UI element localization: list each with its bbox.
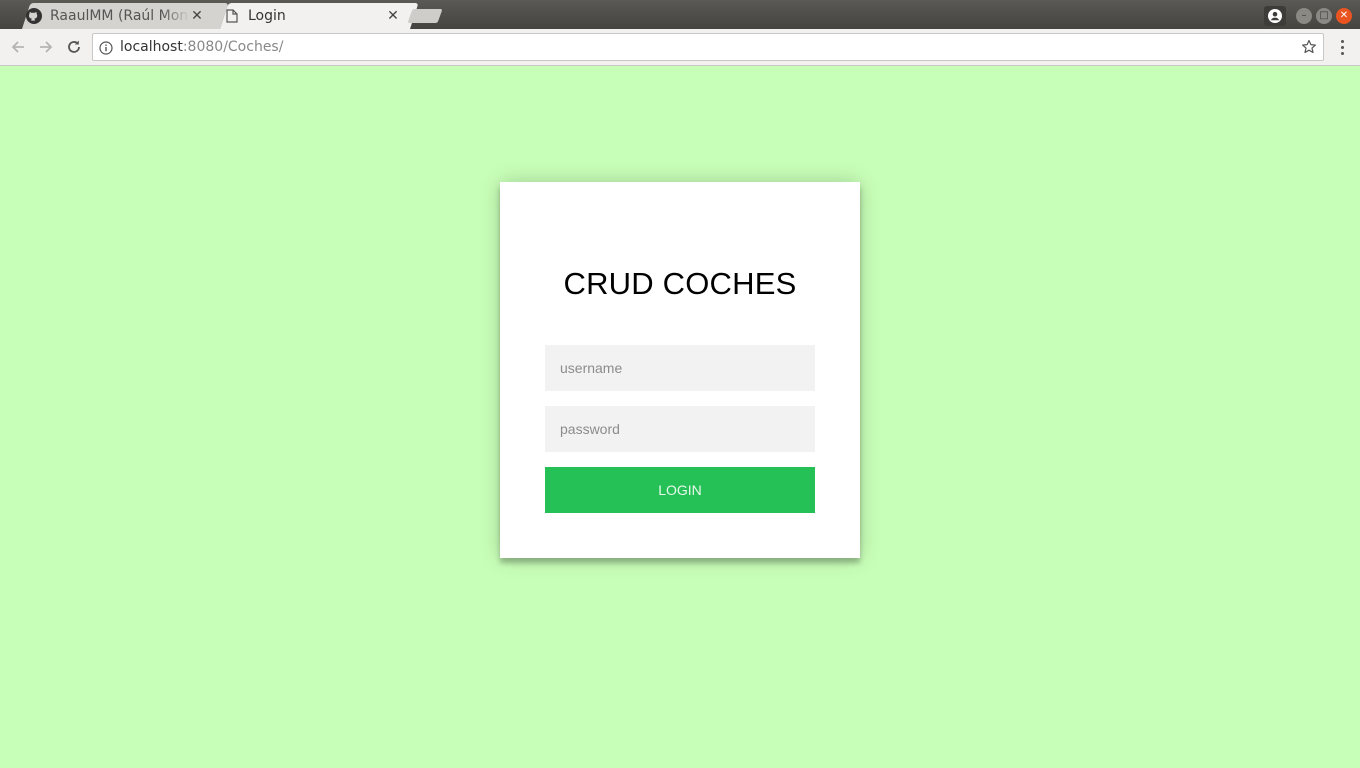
bookmark-star-icon[interactable] [1301, 39, 1317, 55]
forward-arrow-icon[interactable] [35, 36, 57, 58]
tab-title: RaaulMM (Raúl Mon [50, 8, 189, 24]
window-controls: – □ ✕ [1264, 6, 1352, 26]
address-bar[interactable]: localhost:8080/Coches/ [92, 33, 1324, 61]
password-input[interactable] [545, 406, 815, 452]
tab-login[interactable]: Login ✕ [212, 3, 419, 29]
info-icon[interactable] [99, 40, 113, 55]
github-icon [26, 8, 42, 24]
url-text: localhost:8080/Coches/ [120, 39, 283, 55]
browser-menu-icon[interactable] [1336, 36, 1348, 58]
login-card: CRUD COCHES LOGIN [500, 182, 860, 558]
url-path: :8080/Coches/ [182, 39, 284, 55]
document-icon [224, 8, 240, 24]
url-host: localhost [120, 39, 183, 55]
login-button[interactable]: LOGIN [545, 467, 815, 513]
close-icon[interactable]: ✕ [190, 8, 204, 24]
tab-github[interactable]: RaaulMM (Raúl Mon ✕ [14, 3, 229, 29]
maximize-icon[interactable]: □ [1316, 8, 1332, 24]
back-arrow-icon[interactable] [7, 36, 29, 58]
profile-icon[interactable] [1264, 6, 1286, 26]
reload-icon[interactable] [63, 36, 85, 58]
close-icon[interactable]: ✕ [386, 8, 400, 24]
browser-toolbar: localhost:8080/Coches/ [0, 29, 1360, 66]
new-tab-button[interactable] [407, 9, 443, 23]
page-background: CRUD COCHES LOGIN [0, 66, 1360, 768]
login-title: CRUD COCHES [563, 266, 797, 301]
browser-tab-strip: RaaulMM (Raúl Mon ✕ Login ✕ – □ ✕ [0, 0, 1360, 29]
tab-title: Login [248, 8, 286, 24]
username-input[interactable] [545, 345, 815, 391]
minimize-icon[interactable]: – [1296, 8, 1312, 24]
window-close-icon[interactable]: ✕ [1336, 8, 1352, 24]
